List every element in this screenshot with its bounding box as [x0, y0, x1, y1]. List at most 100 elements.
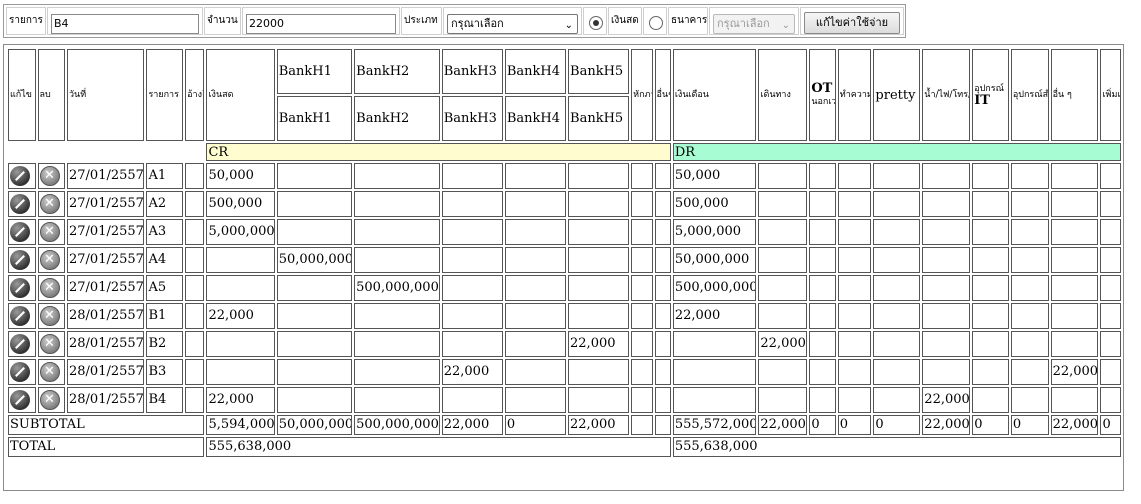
cell-bank-1 [276, 163, 353, 189]
subtotal-label: SUBTOTAL [8, 415, 205, 435]
cell-other-dr [1050, 387, 1099, 413]
cell-bank-5 [568, 387, 630, 413]
table-row: ✕ 27/01/2557 A5 500,000,000 500,000,000 [8, 275, 1121, 301]
delete-icon[interactable]: ✕ [39, 222, 60, 243]
subtotal-it: 0 [972, 415, 1009, 435]
cell-date: 27/01/2557 [67, 163, 145, 189]
bank-select-value: กรุณาเลือก [717, 17, 770, 30]
header-bank-5-bottom: BankH5 [568, 96, 630, 141]
delete-cell: ✕ [37, 275, 65, 301]
cell-salary [672, 359, 757, 385]
delete-cell: ✕ [37, 247, 65, 273]
edit-expense-button[interactable]: แก้ไขค่าใช้จ่าย [804, 12, 900, 34]
header-bank-3-top: BankH3 [441, 49, 503, 94]
cell-utilities [922, 331, 971, 357]
header-ot-bold: OT [811, 80, 833, 96]
delete-icon[interactable]: ✕ [39, 166, 60, 187]
type-select-value: กรุณาเลือก [451, 17, 504, 30]
cell-reference [185, 191, 205, 217]
cell-item: A4 [146, 247, 184, 273]
cell-salary: 500,000 [672, 191, 757, 217]
edit-cell [8, 247, 36, 273]
cell-other-dr [1050, 331, 1099, 357]
cell-bank-5 [568, 303, 630, 329]
cell-other-dr [1050, 275, 1099, 301]
cell-office [1010, 275, 1049, 301]
cash-radio-cell [583, 7, 607, 35]
edit-icon[interactable] [10, 390, 30, 411]
chevron-down-icon: ⌄ [564, 20, 573, 31]
ledger-grid: แก้ไข ลบ วันที่ รายการ อ้างอิง เงินสด Ba… [3, 44, 1124, 491]
cell-it [972, 275, 1009, 301]
cell-bank-2 [354, 191, 440, 217]
edit-icon[interactable] [10, 222, 30, 243]
item-input[interactable]: B4 [51, 14, 199, 34]
cell-withholding [631, 275, 653, 301]
cell-bank-3 [441, 275, 503, 301]
cell-bank-3 [441, 387, 503, 413]
cell-reference [185, 359, 205, 385]
table-row: ✕ 28/01/2557 B1 22,000 22,000 [8, 303, 1121, 329]
table-row: ✕ 28/01/2557 B2 22,000 22,000 [8, 331, 1121, 357]
amount-input[interactable]: 22000 [246, 14, 396, 34]
cell-reference [185, 219, 205, 245]
edit-icon[interactable] [10, 166, 30, 187]
cell-salary: 50,000,000 [672, 247, 757, 273]
bank-select[interactable]: กรุณาเลือก ⌄ [713, 14, 795, 34]
radio-selected-dot [593, 20, 599, 26]
edit-icon[interactable] [10, 278, 30, 299]
delete-icon[interactable]: ✕ [39, 334, 60, 355]
delete-cell: ✕ [37, 387, 65, 413]
delete-icon[interactable]: ✕ [39, 194, 60, 215]
cell-utilities [922, 359, 971, 385]
delete-cell: ✕ [37, 359, 65, 385]
type-select[interactable]: กรุณาเลือก ⌄ [447, 14, 578, 34]
cell-other-cr [654, 275, 671, 301]
bank-radio[interactable] [649, 16, 663, 30]
delete-cell: ✕ [37, 219, 65, 245]
subtotal-bank-5: 22,000 [568, 415, 630, 435]
amount-field-cell: 22000 [242, 7, 400, 35]
cash-radio[interactable] [589, 16, 603, 30]
edit-icon[interactable] [10, 334, 30, 355]
subtotal-salary: 555,572,000 [672, 415, 757, 435]
cell-petty-cash [873, 387, 921, 413]
cell-reference [185, 163, 205, 189]
edit-icon[interactable] [10, 362, 30, 383]
cell-extra [1100, 303, 1121, 329]
cell-other-cr [654, 331, 671, 357]
cell-travel: 22,000 [758, 331, 808, 357]
edit-cell [8, 387, 36, 413]
delete-icon[interactable]: ✕ [39, 390, 60, 411]
header-it-equipment: อุปกรณ์ IT [972, 49, 1009, 141]
cell-extra [1100, 163, 1121, 189]
cell-it [972, 191, 1009, 217]
cell-it [972, 163, 1009, 189]
edit-icon[interactable] [10, 194, 30, 215]
cell-date: 28/01/2557 [67, 303, 145, 329]
delete-icon[interactable]: ✕ [39, 306, 60, 327]
cell-date: 28/01/2557 [67, 331, 145, 357]
cell-withholding [631, 331, 653, 357]
delete-icon[interactable]: ✕ [39, 362, 60, 383]
cell-it [972, 387, 1009, 413]
edit-icon[interactable] [10, 250, 30, 271]
cell-bank-1 [276, 303, 353, 329]
edit-icon[interactable] [10, 306, 30, 327]
edit-cell [8, 359, 36, 385]
subtotal-other-cr [654, 415, 671, 435]
cell-bank-3 [441, 331, 503, 357]
subtotal-cleaning: 0 [837, 415, 872, 435]
delete-icon[interactable]: ✕ [39, 278, 60, 299]
delete-icon[interactable]: ✕ [39, 250, 60, 271]
cell-reference [185, 275, 205, 301]
table-row: ✕ 27/01/2557 A1 50,000 50,000 [8, 163, 1121, 189]
cell-cleaning [837, 303, 872, 329]
cell-withholding [631, 359, 653, 385]
header-bank-1-top: BankH1 [276, 49, 353, 94]
subtotal-petty-cash: 0 [873, 415, 921, 435]
cell-bank-5 [568, 275, 630, 301]
subtotal-bank-4: 0 [504, 415, 567, 435]
cell-other-cr [654, 359, 671, 385]
cell-other-cr [654, 303, 671, 329]
